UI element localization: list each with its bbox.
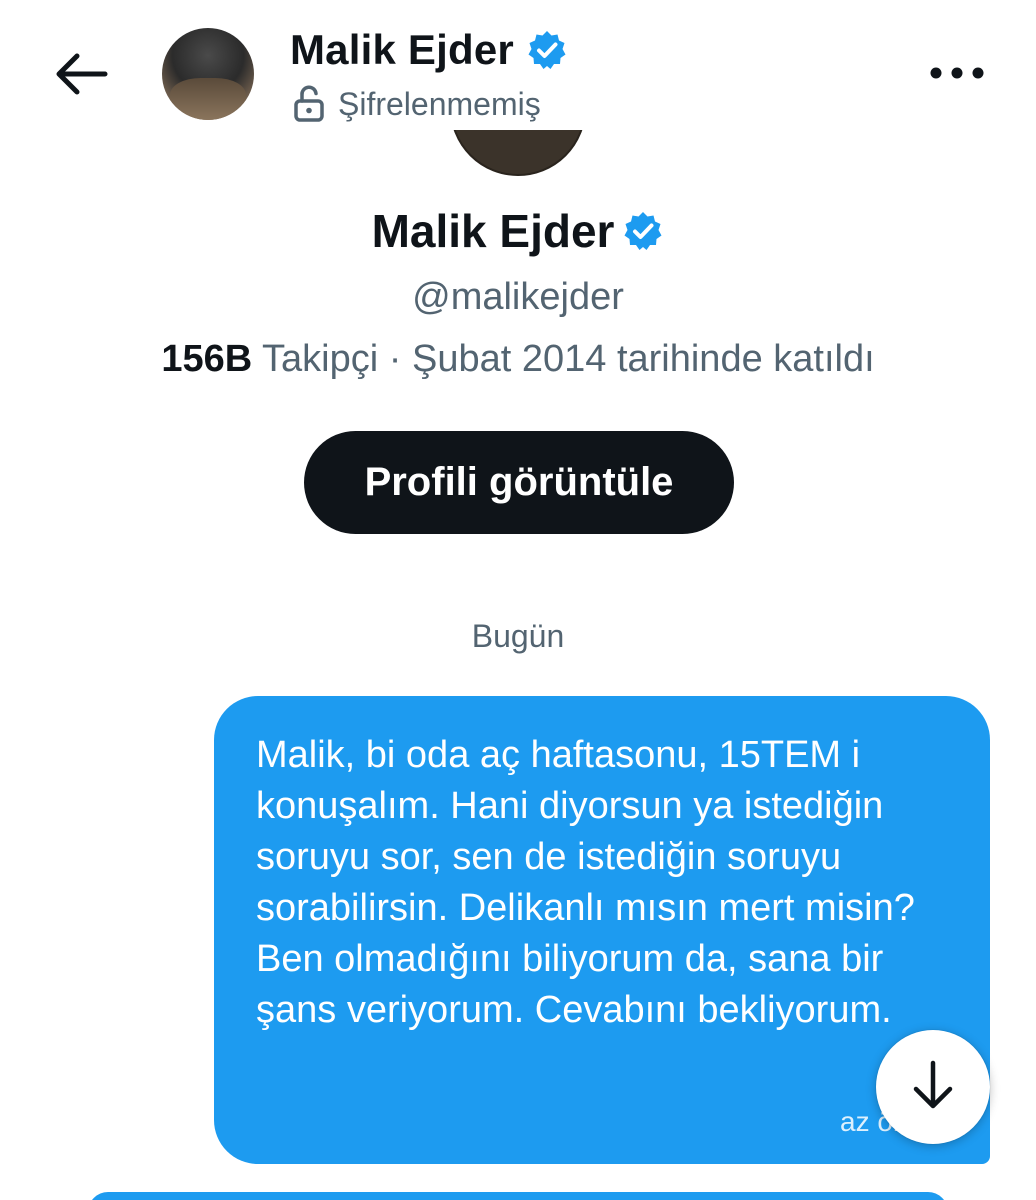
verified-badge-icon <box>526 29 568 71</box>
header-name: Malik Ejder <box>290 26 514 73</box>
message-bubble-next[interactable] <box>88 1192 948 1200</box>
unlocked-lock-icon <box>292 85 326 123</box>
encryption-status-row: Şifrelenmemiş <box>292 84 541 124</box>
profile-avatar <box>450 130 586 178</box>
profile-handle: @malikejder <box>412 276 624 318</box>
more-options-button[interactable] <box>924 50 990 100</box>
dm-conversation-screen: Malik Ejder Şifrelenmemiş Malik Ejder @m… <box>0 0 1036 1200</box>
conversation-header: Malik Ejder Şifrelenmemiş <box>0 0 1036 140</box>
view-profile-button[interactable]: Profili görüntüle <box>304 431 734 534</box>
profile-stats: 156B Takipçi · Şubat 2014 tarihinde katı… <box>0 338 1036 381</box>
more-options-icon <box>929 66 985 85</box>
joined-date: Şubat 2014 tarihinde katıldı <box>411 338 875 380</box>
profile-name: Malik Ejder <box>371 205 615 257</box>
back-arrow-icon <box>53 52 109 101</box>
message-bubble[interactable]: Malik, bi oda aç haftasonu, 15TEM i konu… <box>214 696 990 1164</box>
followers-label: Takipçi <box>262 338 379 380</box>
followers-count: 156B <box>161 338 253 380</box>
verified-badge-icon <box>622 210 664 252</box>
back-button[interactable] <box>50 45 112 107</box>
date-separator: Bugün <box>471 618 565 654</box>
encryption-status: Şifrelenmemiş <box>338 85 541 122</box>
arrow-down-icon <box>911 1059 955 1116</box>
header-name-row[interactable]: Malik Ejder <box>290 26 568 74</box>
message-text: Malik, bi oda aç haftasonu, 15TEM i konu… <box>256 734 915 1031</box>
avatar[interactable] <box>162 28 254 120</box>
avatar-photo <box>170 78 246 120</box>
scroll-down-button[interactable] <box>876 1030 990 1144</box>
profile-name-row: Malik Ejder <box>0 202 1036 260</box>
stats-separator: · <box>388 338 402 380</box>
